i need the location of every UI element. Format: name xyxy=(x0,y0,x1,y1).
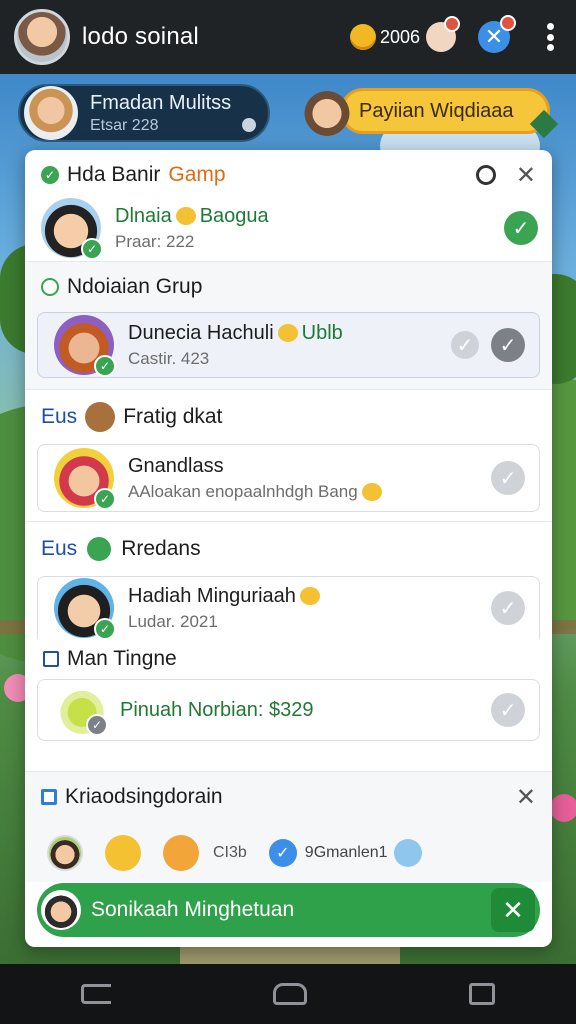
notification-dot xyxy=(444,16,460,32)
banner-character xyxy=(304,86,350,136)
heart-eyes-emoji-icon[interactable] xyxy=(163,835,199,871)
group-icon xyxy=(41,278,59,296)
item-title: Hadiah Minguriaah xyxy=(128,584,296,607)
list-item[interactable]: ✓ Pinuah Norbian: $329 ✓ xyxy=(37,679,540,741)
check-icon: ✓ xyxy=(94,618,116,640)
emoji-icon xyxy=(175,207,196,226)
reaction-count: CI3b xyxy=(213,844,247,861)
section-title: Ndoiaian Grup xyxy=(67,275,203,298)
close-icon[interactable]: ✕ xyxy=(516,161,536,190)
check-icon[interactable]: ✓ xyxy=(268,839,297,867)
check-icon: ✓ xyxy=(94,355,116,377)
item-sub: AAloakan enopaalnhdgh Bang xyxy=(128,481,358,501)
moon-badge-icon[interactable] xyxy=(426,16,460,52)
item-title: Dlnaia xyxy=(115,204,172,227)
check-icon: ✓ xyxy=(86,714,108,736)
back-icon[interactable] xyxy=(81,984,111,1004)
notification-dot xyxy=(500,15,516,31)
more-vertical-icon[interactable] xyxy=(538,20,562,54)
item-title: Pinuah Norbian: $329 xyxy=(120,698,314,721)
check-icon[interactable]: ✓ xyxy=(491,693,525,727)
arrow-icon xyxy=(43,651,59,667)
system-nav-bar xyxy=(0,964,576,1024)
profile-pill[interactable]: Fmadan Mulitss Etsar 228 xyxy=(18,84,270,142)
frog-icon xyxy=(87,537,112,561)
section-title: Rredans xyxy=(121,537,201,560)
reaction-row: CI3b ✓ 9Gmanlen1 xyxy=(25,822,552,884)
avatar: ✓ xyxy=(41,198,103,260)
app-title: lodo soinal xyxy=(82,23,199,50)
close-icon[interactable]: ✕ xyxy=(491,888,535,932)
toast-avatar xyxy=(41,890,81,930)
reaction-avatar[interactable] xyxy=(47,835,83,871)
section-accent: Gamp xyxy=(168,163,226,186)
list-item[interactable]: ✓ Gnandlass AAloakan enopaalnhdgh Bang ✓ xyxy=(37,444,540,512)
avatar: ✓ xyxy=(54,315,116,377)
section-prefix: Eus xyxy=(41,537,78,560)
item-title: Gnandlass xyxy=(128,454,224,477)
coin-count: 2006 xyxy=(379,26,420,47)
info-icon[interactable] xyxy=(242,118,256,132)
emoji-icon xyxy=(277,324,298,343)
check-icon[interactable]: ✓ xyxy=(504,211,538,245)
section-title: Fratig dkat xyxy=(123,405,223,428)
user-avatar[interactable] xyxy=(14,9,70,65)
avatar: ✓ xyxy=(54,448,116,510)
list-item[interactable]: ✓ Hadiah Minguriaah Ludar. 2021 ✓ xyxy=(37,576,540,640)
close-icon[interactable]: ✕ xyxy=(478,15,516,53)
toast-text: Sonikaah Minghetuan xyxy=(91,898,295,921)
section-subtitle: Man Tingne xyxy=(67,647,177,670)
item-title-suffix: Ublb xyxy=(301,321,343,344)
section-hda-banir: ✓ Hda Banir Gamp ✕ ✓ Dlnaia Baogua Praar:… xyxy=(25,150,552,262)
profile-sub: Etsar 228 xyxy=(90,116,159,134)
check-icon: ✓ xyxy=(94,488,116,510)
coin-counter[interactable]: 2006 xyxy=(349,16,460,52)
monkey-icon xyxy=(85,402,116,432)
check-icon[interactable]: ✓ xyxy=(491,461,525,495)
emoji-icon xyxy=(361,483,382,502)
avatar: ✓ xyxy=(54,578,116,640)
section-title: Kriaodsingdorain xyxy=(65,785,223,808)
sad-emoji-icon[interactable] xyxy=(393,839,422,867)
check-icon[interactable]: ✓ xyxy=(491,328,525,362)
coin-icon xyxy=(349,24,376,50)
profile-name: Fmadan Mulitss xyxy=(90,91,232,114)
square-icon xyxy=(41,789,57,805)
item-sub: Castir. 423 xyxy=(128,348,210,368)
section-fratig-dkat: Eus Fratig dkat ✓ Gnandlass AAloakan eno… xyxy=(25,390,552,522)
top-bar: lodo soinal 2006 ✕ xyxy=(0,0,576,74)
close-icon[interactable]: ✕ xyxy=(516,783,536,812)
section-rredans: Eus Rredans ✓ Hadiah Minguriaah Ludar. 2… xyxy=(25,522,552,772)
check-icon[interactable]: ✓ xyxy=(451,331,479,359)
notification-panel: ✓ Hda Banir Gamp ✕ ✓ Dlnaia Baogua Praar:… xyxy=(25,150,552,947)
check-icon[interactable]: ✓ xyxy=(491,591,525,625)
smile-emoji-icon[interactable] xyxy=(105,835,141,871)
event-banner[interactable]: Payiian Wiqdiaaa xyxy=(340,88,550,134)
section-kriaodsingdorain: Kriaodsingdorain ✕ CI3b ✓ 9Gmanlen1 xyxy=(25,772,552,882)
emoji-icon xyxy=(299,587,320,606)
section-ndoiaian-grup: Ndoiaian Grup ✓ Dunecia Hachuli Ublb Cast… xyxy=(25,262,552,390)
section-prefix: Eus xyxy=(41,405,78,428)
profile-avatar xyxy=(24,86,78,140)
list-item[interactable]: ✓ Dunecia Hachuli Ublb Castir. 423 ✓ ✓ xyxy=(37,312,540,378)
list-item[interactable]: ✓ Dlnaia Baogua Praar: 222 ✓ xyxy=(25,194,552,262)
reaction-label: 9Gmanlen1 xyxy=(304,844,388,861)
item-title: Dunecia Hachuli xyxy=(128,321,274,344)
avatar: ✓ xyxy=(58,686,108,736)
recent-apps-icon[interactable] xyxy=(469,983,495,1005)
paperclip-icon[interactable] xyxy=(471,160,500,190)
check-icon: ✓ xyxy=(41,166,59,184)
banner-label: Payiian Wiqdiaaa xyxy=(359,99,514,122)
home-icon[interactable] xyxy=(273,983,307,1005)
item-sub: Praar: 222 xyxy=(115,231,195,251)
check-icon: ✓ xyxy=(81,238,103,260)
item-title-suffix: Baogua xyxy=(199,204,269,227)
toast-notification[interactable]: Sonikaah Minghetuan ✕ xyxy=(37,883,540,937)
item-sub: Ludar. 2021 xyxy=(128,611,218,631)
section-title: Hda Banir xyxy=(67,163,161,186)
